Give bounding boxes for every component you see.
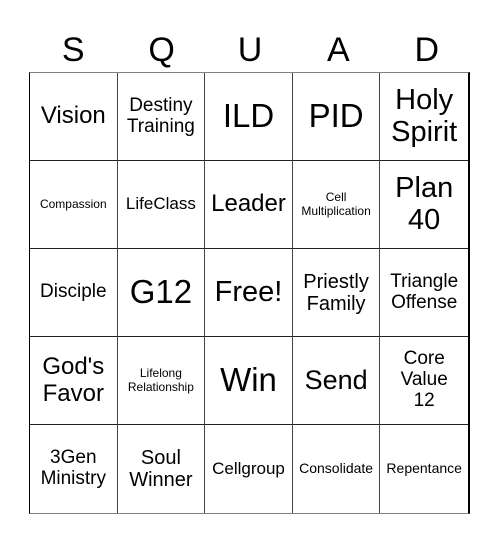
bingo-cell[interactable]: Holy Spirit [380,73,468,161]
bingo-cell[interactable]: Cellgroup [205,425,293,513]
bingo-cell[interactable]: Cell Multiplication [292,161,381,249]
bingo-cell[interactable]: Soul Winner [118,425,206,513]
free-space-cell[interactable]: Free! [205,249,293,337]
bingo-header: S Q U A D [29,28,471,72]
bingo-cell[interactable]: Disciple [30,249,118,337]
cell-label: Disciple [40,281,107,303]
bingo-board: Vision Destiny Training ILD PID Holy Spirit C… [29,72,470,514]
cell-label: Core Value 12 [400,348,448,411]
bingo-cell[interactable]: 3Gen Ministry [30,425,118,513]
bingo-cell[interactable]: Core Value 12 [380,337,468,425]
cell-label: Send [304,364,368,395]
bingo-cell[interactable]: Send [292,337,381,425]
cell-label: God's Favor [42,353,105,407]
cell-label: Win [220,361,277,399]
cell-label: LifeClass [125,194,196,214]
bingo-cell[interactable]: Destiny Training [117,73,206,161]
cell-label: Priestly Family [303,270,369,315]
cell-label: PID [308,97,364,135]
cell-label: Cell Multiplication [301,190,371,218]
cell-label: Destiny Training [126,94,195,137]
cell-label: Lifelong Relationship [127,366,194,394]
bingo-cell[interactable]: Consolidate [293,425,381,513]
cell-label: Cellgroup [212,458,285,478]
bingo-cell[interactable]: LifeClass [117,161,206,249]
cell-label: Repentance [386,460,462,477]
bingo-cell[interactable]: Plan 40 [380,161,468,249]
cell-label: Plan 40 [395,171,454,236]
cell-label: G12 [129,273,193,311]
bingo-cell[interactable]: Lifelong Relationship [117,337,206,425]
bingo-cell[interactable]: Leader [205,161,293,249]
bingo-cell[interactable]: Triangle Offense [380,249,468,337]
bingo-cell[interactable]: ILD [205,73,293,161]
bingo-cell[interactable]: Vision [30,73,118,161]
header-letter: D [414,31,440,69]
cell-label: Vision [40,102,106,130]
header-letter: U [237,31,263,69]
bingo-cell[interactable]: Priestly Family [292,249,381,337]
cell-label: Consolidate [299,460,374,477]
bingo-cell[interactable]: Win [205,337,293,425]
header-letter: Q [148,31,175,69]
bingo-cell[interactable]: PID [292,73,381,161]
cell-label: Leader [211,190,286,218]
cell-label: Triangle Offense [390,270,459,313]
header-letter: S [61,31,85,69]
cell-label: Compassion [39,196,107,211]
bingo-cell[interactable]: Compassion [30,161,118,249]
bingo-cell[interactable]: G12 [117,249,206,337]
bingo-cell[interactable]: God's Favor [30,337,118,425]
cell-label: Holy Spirit [391,83,458,148]
cell-label: ILD [222,97,275,135]
cell-label: Free! [214,275,283,308]
cell-label: Soul Winner [129,447,193,491]
header-letter: A [327,31,350,69]
cell-label: 3Gen Ministry [40,447,107,489]
bingo-cell[interactable]: Repentance [380,425,468,513]
